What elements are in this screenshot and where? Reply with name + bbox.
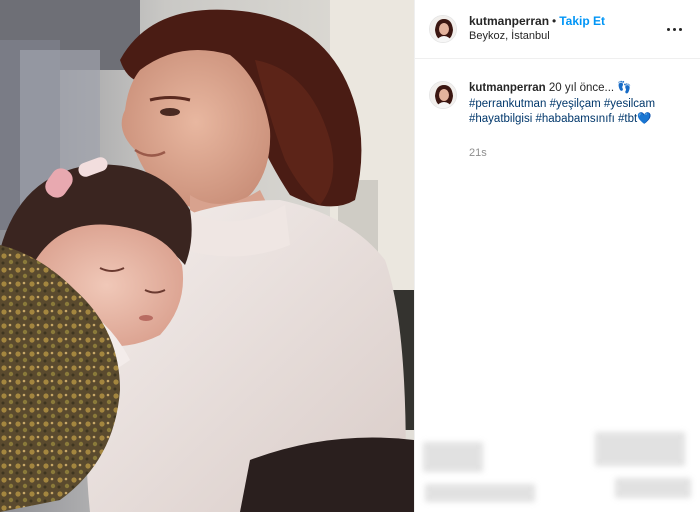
location-link[interactable]: Beykoz, İstanbul bbox=[469, 29, 662, 44]
post-header: kutmanperran • Takip Et Beykoz, İstanbul bbox=[415, 0, 700, 59]
post-timestamp[interactable]: 21s bbox=[469, 146, 679, 162]
blurred-block bbox=[425, 484, 535, 502]
header-line: kutmanperran • Takip Et bbox=[469, 14, 662, 29]
blue-heart-icon: 💙 bbox=[637, 113, 652, 125]
separator-dot: • bbox=[552, 14, 557, 28]
footprints-icon: 👣 bbox=[617, 82, 632, 94]
hashtag-link[interactable]: #yeşilçam bbox=[550, 98, 601, 110]
post-header-text: kutmanperran • Takip Et Beykoz, İstanbul bbox=[469, 14, 662, 44]
follow-button[interactable]: Takip Et bbox=[559, 14, 605, 28]
profile-picture bbox=[430, 16, 456, 42]
hashtag-link[interactable]: #hayatbilgisi bbox=[469, 113, 532, 125]
caption-text: 20 yıl önce... bbox=[548, 82, 618, 94]
blurred-block bbox=[423, 442, 483, 472]
hashtag-link[interactable]: #hababamsınıfı bbox=[536, 113, 615, 125]
instagram-post: kutmanperran • Takip Et Beykoz, İstanbul k… bbox=[0, 0, 700, 512]
caption-avatar[interactable] bbox=[429, 81, 457, 109]
caption-profile-picture bbox=[430, 82, 456, 108]
blurred-block bbox=[595, 432, 685, 466]
more-options-icon[interactable] bbox=[662, 17, 686, 41]
username-link[interactable]: kutmanperran bbox=[469, 14, 549, 28]
hashtag-link[interactable]: #yesilcam bbox=[604, 98, 655, 110]
caption-username[interactable]: kutmanperran bbox=[469, 82, 546, 94]
caption-block: kutmanperran 20 yıl önce... 👣 #perrankut… bbox=[415, 59, 700, 161]
blurred-actions-area bbox=[415, 428, 700, 512]
hashtag-link[interactable]: #tbt bbox=[618, 113, 637, 125]
avatar[interactable] bbox=[429, 15, 457, 43]
hashtag-link[interactable]: #perrankutman bbox=[469, 98, 546, 110]
caption-body: kutmanperran 20 yıl önce... 👣 #perrankut… bbox=[469, 81, 679, 161]
post-side-panel: kutmanperran • Takip Et Beykoz, İstanbul k… bbox=[414, 0, 700, 512]
blurred-block bbox=[615, 478, 691, 498]
photo-illustration bbox=[0, 0, 414, 512]
post-photo[interactable] bbox=[0, 0, 414, 512]
